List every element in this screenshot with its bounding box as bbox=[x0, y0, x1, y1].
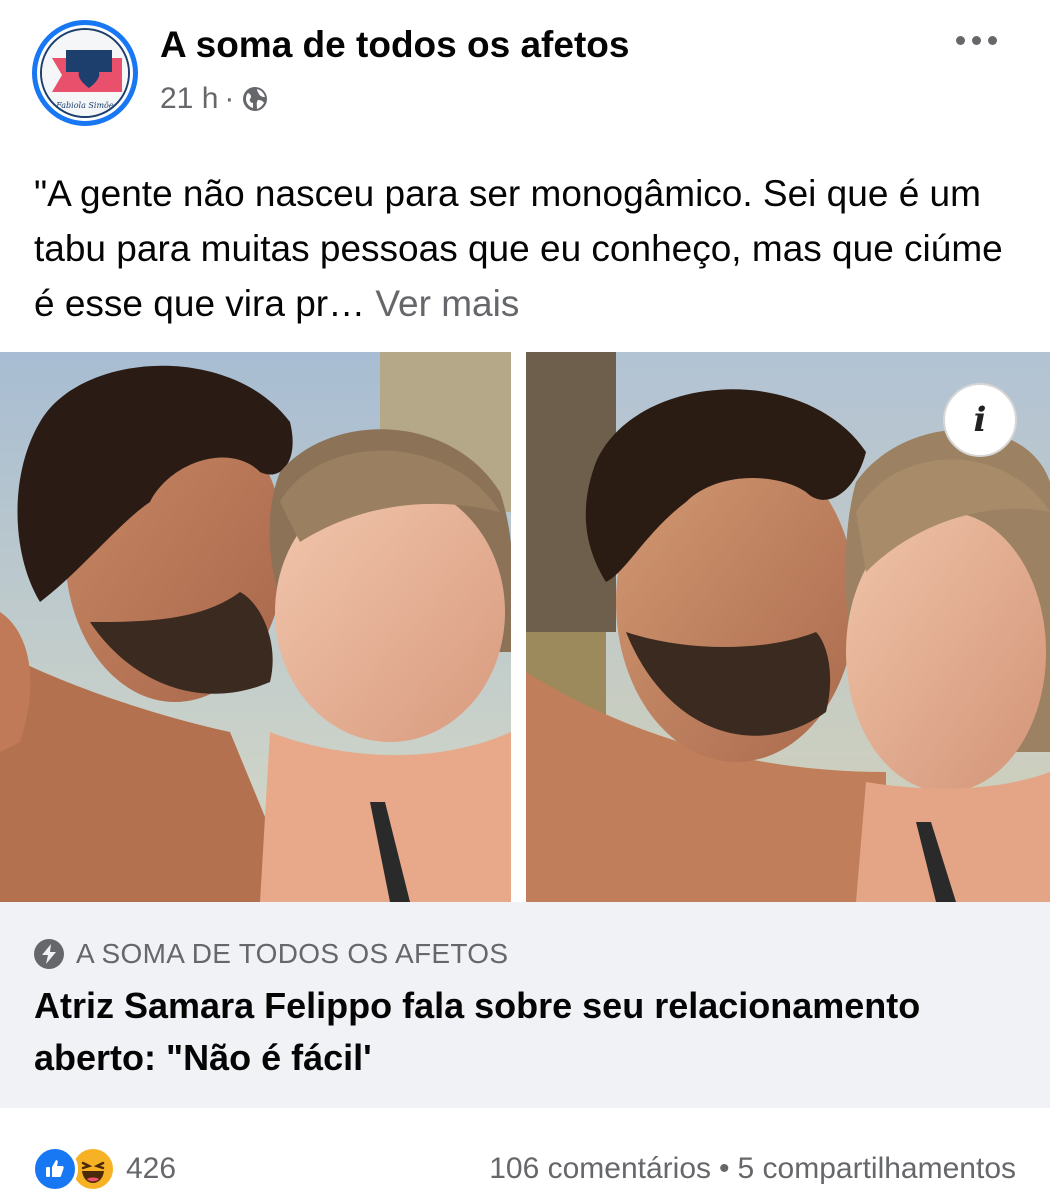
post-meta: 21 h · bbox=[160, 82, 270, 116]
see-more-link[interactable]: Ver mais bbox=[365, 283, 519, 324]
info-icon[interactable]: i bbox=[943, 383, 1017, 457]
photo-left[interactable] bbox=[0, 352, 511, 902]
link-preview[interactable]: A SOMA DE TODOS OS AFETOS Atriz Samara F… bbox=[0, 902, 1050, 1108]
link-source: A SOMA DE TODOS OS AFETOS bbox=[76, 938, 509, 969]
bolt-icon bbox=[34, 939, 64, 969]
avatar-logo: Fabiola Simões bbox=[40, 28, 130, 118]
comments-count[interactable]: 106 comentários bbox=[489, 1152, 711, 1185]
link-source-row: A SOMA DE TODOS OS AFETOS bbox=[34, 938, 508, 970]
reactions-bar: 426 106 comentários • 5 compartilhamentos bbox=[0, 1108, 1050, 1200]
globe-icon bbox=[240, 84, 270, 114]
avatar-signature: Fabiola Simões bbox=[55, 101, 117, 110]
post-header: Fabiola Simões A soma de todos os afetos… bbox=[0, 0, 1050, 150]
reaction-summary[interactable]: 426 bbox=[32, 1146, 176, 1192]
post-time[interactable]: 21 h bbox=[160, 82, 218, 116]
link-title[interactable]: Atriz Samara Felippo fala sobre seu rela… bbox=[34, 980, 994, 1084]
shares-count[interactable]: 5 compartilhamentos bbox=[738, 1152, 1016, 1185]
page-name[interactable]: A soma de todos os afetos bbox=[160, 24, 629, 66]
page-avatar[interactable]: Fabiola Simões bbox=[32, 20, 138, 126]
post-text: "A gente não nasceu para ser monogâmico.… bbox=[34, 166, 1024, 331]
like-icon bbox=[32, 1146, 78, 1192]
reaction-count: 426 bbox=[126, 1152, 177, 1185]
stats-separator: • bbox=[719, 1152, 730, 1185]
meta-separator: · bbox=[224, 82, 235, 115]
post-images bbox=[0, 352, 1050, 902]
more-horizontal-icon[interactable] bbox=[956, 30, 1000, 50]
engagement-stats: 106 comentários • 5 compartilhamentos bbox=[489, 1152, 1016, 1186]
